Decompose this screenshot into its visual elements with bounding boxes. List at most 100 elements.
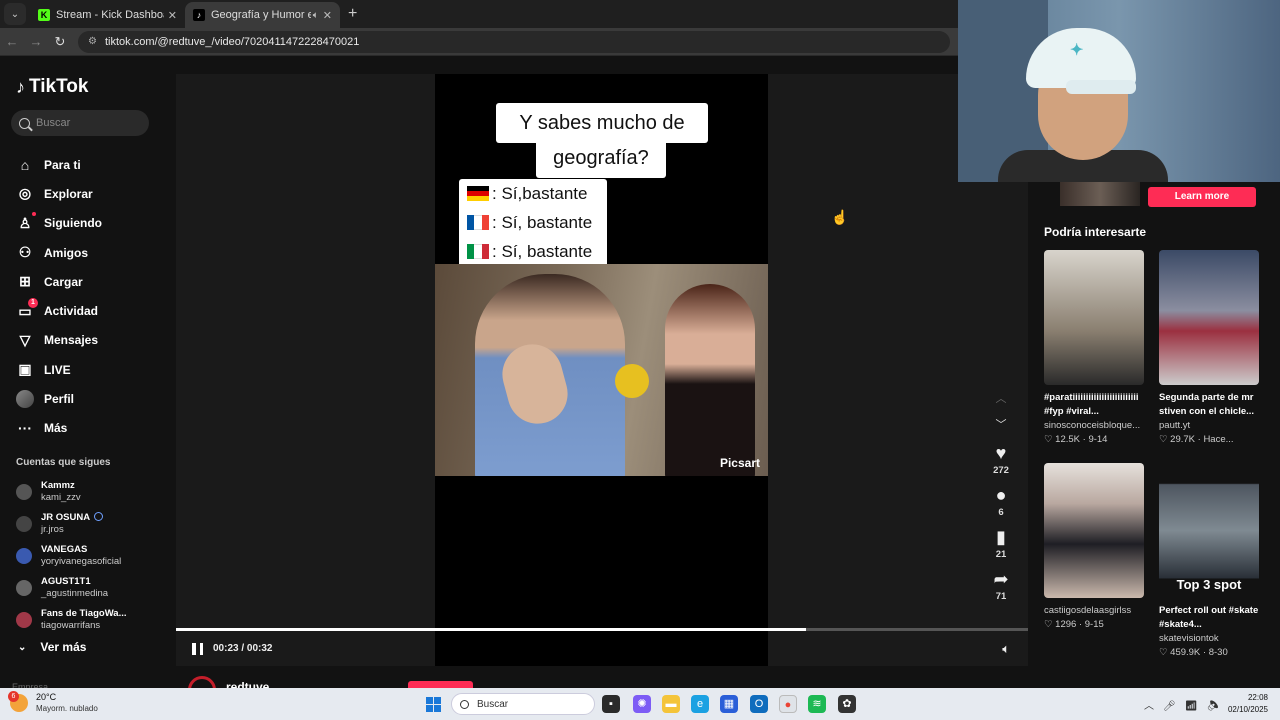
next-video-button[interactable]: ﹀ <box>986 412 1016 438</box>
nav-explorar[interactable]: ◎ Explorar <box>16 179 102 208</box>
copilot-icon[interactable]: ✺ <box>633 695 651 713</box>
author-name[interactable]: redtuve_ <box>226 680 276 688</box>
system-tray-icons[interactable]: ︿🎤︎📶︎🔈︎ <box>1144 697 1228 712</box>
nav-label: LIVE <box>44 362 71 377</box>
following-account[interactable]: Kammz kami_zzv <box>16 476 127 508</box>
weather-widget[interactable]: 6 20°C Mayorm. nublado <box>8 691 98 714</box>
forward-icon[interactable]: → <box>24 34 48 49</box>
clock[interactable]: 22:08 02/10/2025 <box>1228 692 1268 716</box>
volume-icon[interactable]: 🔈︎ <box>1002 641 1010 657</box>
share-action[interactable]: ➦ 71 <box>986 568 1016 604</box>
reload-icon[interactable]: ↻ <box>48 34 72 50</box>
nav-mas[interactable]: ··· Más <box>16 414 102 443</box>
heart-icon: ♥ <box>995 443 1007 463</box>
live-icon: ▣ <box>18 361 32 378</box>
account-handle: jr.jros <box>41 524 64 535</box>
nav-live[interactable]: ▣ LIVE <box>16 355 102 384</box>
notification-dot <box>32 211 36 216</box>
card-title: Segunda parte de mr stiven con el chicle… <box>1159 392 1255 417</box>
account-handle: yoryivanegasoficial <box>41 556 122 567</box>
learn-more-button[interactable]: Learn more <box>1148 187 1256 207</box>
card-stats: ♡ 1296 · 9-15 <box>1044 619 1104 630</box>
card-title: #paratiiiiiiiiiiiiiiiiiiiiiiiii #fyp #vi… <box>1044 392 1139 417</box>
author-avatar[interactable] <box>188 676 216 688</box>
site-info-icon[interactable]: ⚙︎ <box>88 36 97 47</box>
chrome-icon[interactable]: ● <box>779 695 797 713</box>
logo-text: TikTok <box>29 76 89 97</box>
following-title: Cuentas que sigues <box>16 457 111 468</box>
video-card[interactable]: Top 3 spot Perfect roll out #skate #skat… <box>1159 463 1259 660</box>
following-account[interactable]: JR OSUNA jr.jros <box>16 508 127 540</box>
like-count: 272 <box>993 465 1009 476</box>
nav-label: Mensajes <box>44 333 99 348</box>
tab-kick-dashboard[interactable]: K Stream - Kick Dashboard ✕ <box>30 2 185 28</box>
address-bar: ← → ↻ ⚙︎ tiktok.com/@redtuve_/video/7020… <box>0 28 958 56</box>
back-icon[interactable]: ← <box>0 34 24 49</box>
close-tab-icon[interactable]: ✕ <box>168 9 177 22</box>
nav-cargar[interactable]: ⊞ Cargar <box>16 267 102 296</box>
nav-label: Explorar <box>44 186 93 201</box>
ver-mas-button[interactable]: ⌄ Ver más <box>18 640 86 654</box>
speaker-icon[interactable]: 🔈︎ <box>313 10 319 21</box>
thumbnail-caption: Top 3 spot <box>1176 577 1242 592</box>
search-icon <box>19 117 30 129</box>
nav-perfil[interactable]: Perfil <box>16 384 102 413</box>
previous-video-button[interactable]: ︿ <box>986 386 1016 412</box>
activity-badge: 1 <box>28 297 38 308</box>
nav-para-ti[interactable]: ⌂ Para ti <box>16 150 102 179</box>
video-card[interactable]: castiigosdelaasgirlss ♡ 1296 · 9-15 <box>1044 463 1144 632</box>
nav-amigos[interactable]: ⚇ Amigos <box>16 238 102 267</box>
store-icon[interactable]: ▦ <box>720 695 738 713</box>
tab-search-button[interactable]: ⌄ <box>4 3 26 25</box>
card-title: Perfect roll out #skate #skate4... <box>1159 605 1259 630</box>
follow-button[interactable] <box>408 681 473 688</box>
url-field[interactable]: ⚙︎ tiktok.com/@redtuve_/video/7020411472… <box>78 30 950 53</box>
kick-favicon-icon: K <box>38 9 50 21</box>
comment-action[interactable]: ● 6 <box>986 484 1016 520</box>
author-bar: redtuve_ <box>176 666 1028 688</box>
card-stats: ♡ 29.7K · Hace... <box>1159 434 1234 445</box>
close-tab-icon[interactable]: ✕ <box>323 9 332 22</box>
start-button[interactable] <box>426 697 441 712</box>
app-icon[interactable]: ✿ <box>838 695 856 713</box>
nav-actividad[interactable]: ▭ 1 Actividad <box>16 296 102 325</box>
activity-icon: ▭ 1 <box>16 297 38 320</box>
search-input[interactable]: Buscar <box>11 110 149 136</box>
video-card[interactable]: #paratiiiiiiiiiiiiiiiiiiiiiiiii #fyp #vi… <box>1044 250 1144 447</box>
task-view-icon[interactable]: ▪ <box>602 695 620 713</box>
new-tab-button[interactable]: + <box>348 5 357 23</box>
card-stats: ♡ 459.9K · 8-30 <box>1159 647 1228 658</box>
video-card[interactable]: Segunda parte de mr stiven con el chicle… <box>1159 250 1259 447</box>
clock-time: 22:08 <box>1247 693 1268 702</box>
save-count: 21 <box>995 549 1007 560</box>
taskbar-search[interactable]: Buscar <box>451 693 595 715</box>
bookmark-icon: ▮ <box>996 527 1006 547</box>
nav-mensajes[interactable]: ▽ Mensajes <box>16 326 102 355</box>
following-account[interactable]: Fans de TiagoWa... tiagowarrifans <box>16 604 127 636</box>
tiktok-logo[interactable]: ♪ TikTok <box>16 76 88 98</box>
tab-tiktok-video[interactable]: ♪ Geografía y Humor en Nap 🔈︎ ✕ <box>185 2 340 28</box>
account-name: AGUST1T1 <box>41 576 91 587</box>
edge-icon[interactable]: e <box>691 695 709 713</box>
nav-label: Perfil <box>44 392 75 407</box>
spotify-icon[interactable]: ≋ <box>808 695 826 713</box>
cap-logo: ✦ <box>1070 42 1084 59</box>
card-user: pautt.yt <box>1159 420 1191 431</box>
url-text: tiktok.com/@redtuve_/video/7020411472228… <box>104 35 360 48</box>
save-action[interactable]: ▮ 21 <box>986 526 1016 562</box>
nav-siguiendo[interactable]: ♙ Siguiendo <box>16 209 102 238</box>
pause-button[interactable] <box>192 642 203 655</box>
weather-badge: 6 <box>8 691 19 702</box>
video-thumbnail <box>1044 463 1144 598</box>
account-handle: _agustinmedina <box>41 588 109 599</box>
flag-answer-text: : Sí, bastante <box>492 241 593 261</box>
following-account[interactable]: AGUST1T1 _agustinmedina <box>16 572 127 604</box>
recommendations-panel: Learn more Podría interesarte #paratiiii… <box>1028 182 1280 688</box>
following-account[interactable]: VANEGAS yoryivanegasoficial <box>16 540 127 572</box>
outlook-icon[interactable]: O <box>750 695 768 713</box>
comment-icon: ● <box>995 485 1007 505</box>
file-explorer-icon[interactable]: ▬ <box>662 695 680 713</box>
ad-thumbnail[interactable] <box>1060 182 1140 206</box>
like-action[interactable]: ♥ 272 <box>986 442 1016 478</box>
nav-label: Actividad <box>44 304 99 319</box>
